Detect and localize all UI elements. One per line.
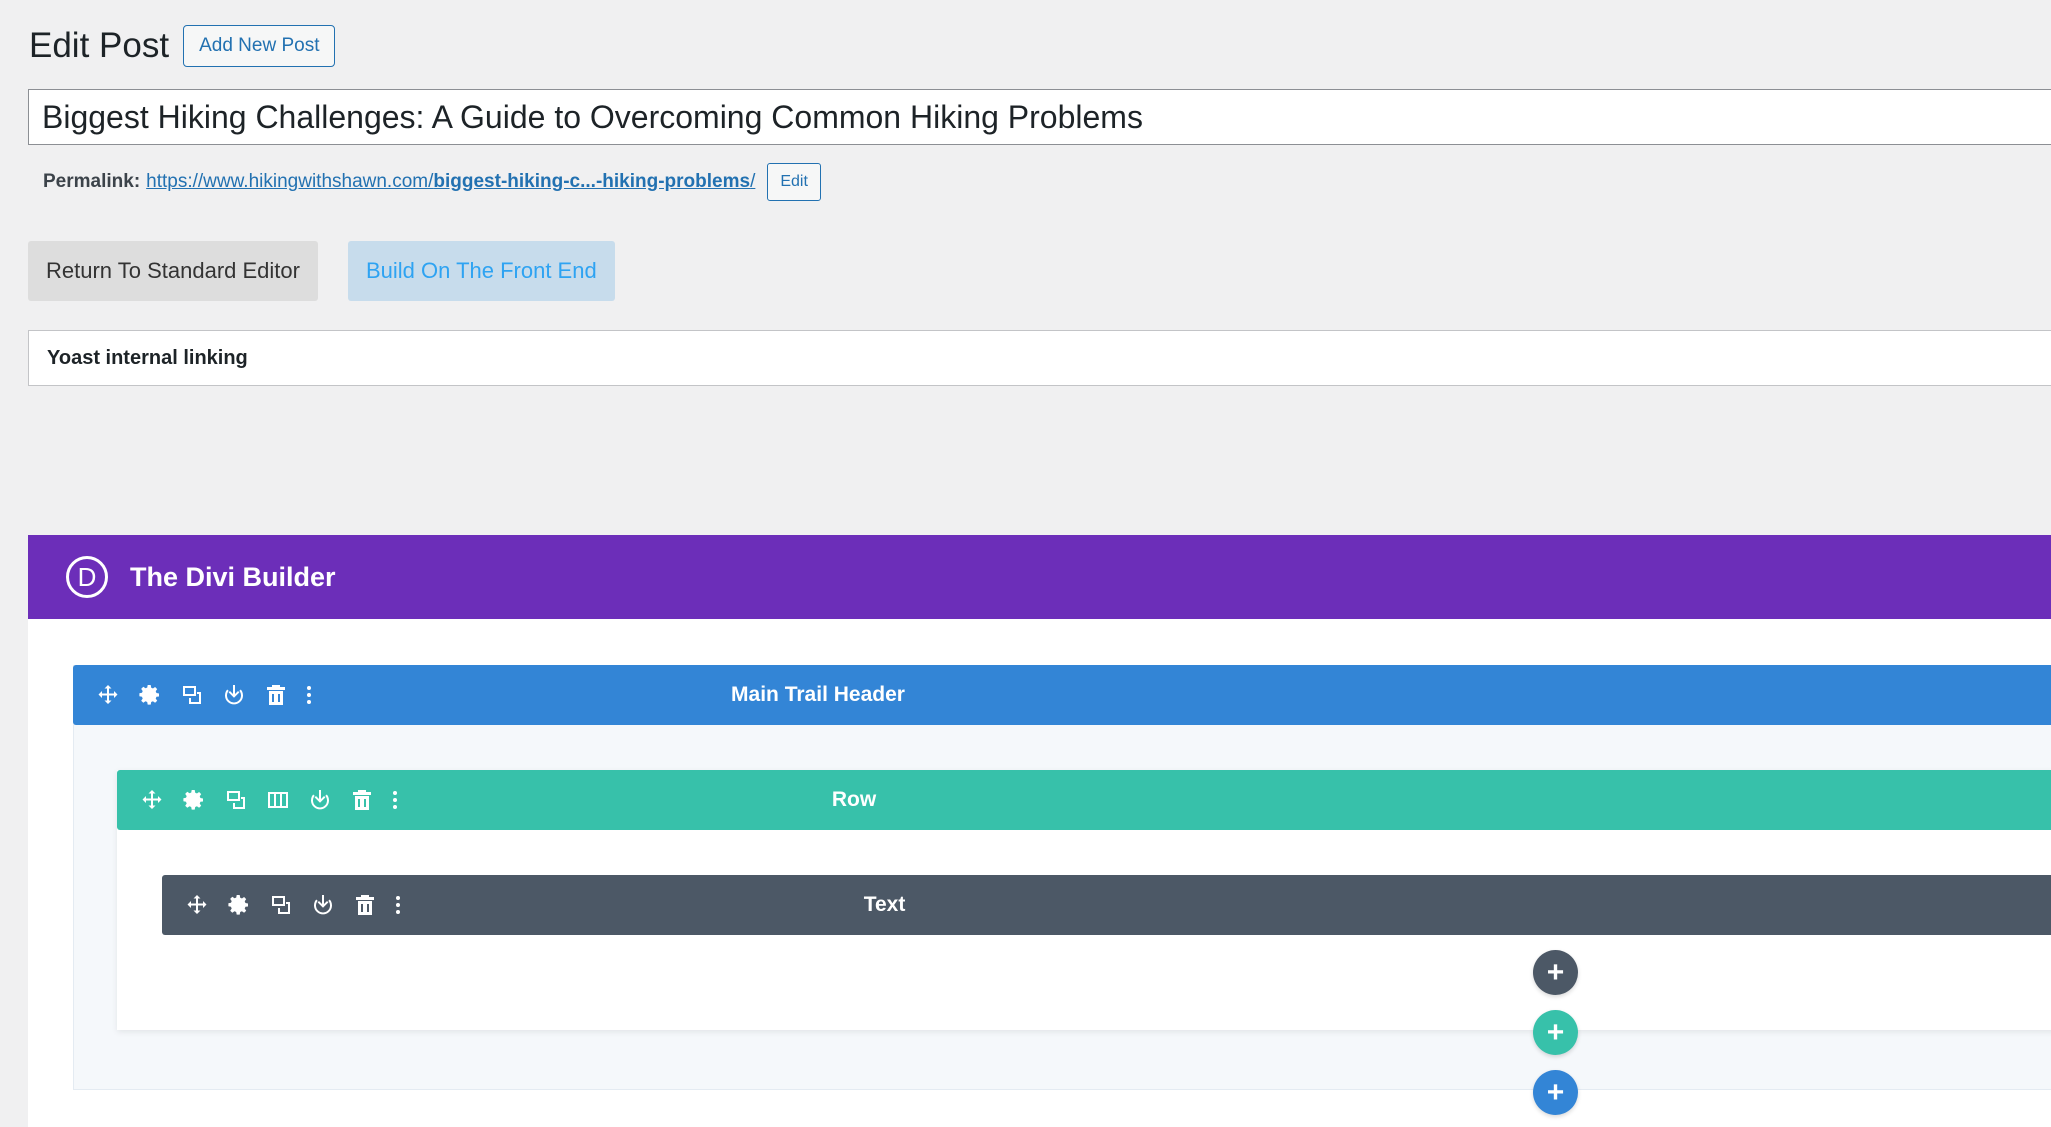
page-title: Edit Post [29,26,170,65]
build-on-front-end-button[interactable]: Build On The Front End [347,241,615,301]
more-icon[interactable] [297,674,321,716]
more-icon[interactable] [383,779,407,821]
trash-icon[interactable] [341,779,383,821]
row-toolbar [117,779,407,821]
duplicate-icon[interactable] [260,884,302,926]
move-icon[interactable] [176,884,218,926]
gear-icon[interactable] [218,884,260,926]
permalink-trailing: / [750,171,756,192]
trash-icon[interactable] [255,674,297,716]
divi-builder-header: D The Divi Builder [28,535,2051,619]
post-title-input[interactable] [28,89,2051,145]
permalink-base: https://www.hikingwithshawn.com/ [146,171,434,192]
move-icon[interactable] [87,674,129,716]
permalink-row: Permalink: https://www.hikingwithshawn.c… [43,163,821,201]
module-settings-bar: Text [162,875,2051,935]
columns-icon[interactable] [257,779,299,821]
section-toolbar [73,674,321,716]
permalink-label: Permalink: [43,171,141,192]
yoast-box-title: Yoast internal linking [47,347,248,369]
editor-switch-buttons: Return To Standard Editor Build On The F… [28,241,615,301]
trash-icon[interactable] [344,884,386,926]
gear-icon[interactable] [173,779,215,821]
permalink-link[interactable]: https://www.hikingwithshawn.com/biggest-… [146,171,755,193]
save-icon[interactable] [213,674,255,716]
add-section-button[interactable]: + [1533,1070,1578,1115]
gear-icon[interactable] [129,674,171,716]
module-toolbar [162,884,410,926]
divi-logo-icon: D [66,556,108,598]
save-icon[interactable] [302,884,344,926]
divi-builder-title: The Divi Builder [130,561,336,592]
add-new-post-button[interactable]: Add New Post [183,25,336,67]
yoast-internal-linking-box[interactable]: Yoast internal linking [28,330,2051,386]
duplicate-icon[interactable] [215,779,257,821]
duplicate-icon[interactable] [171,674,213,716]
return-to-standard-editor-button[interactable]: Return To Standard Editor [28,241,318,301]
move-icon[interactable] [131,779,173,821]
section-settings-bar: Main Trail Header [73,665,2051,725]
add-module-button[interactable]: + [1533,950,1578,995]
permalink-slug: biggest-hiking-c...-hiking-problems [433,171,751,192]
row-settings-bar: Row [117,770,2051,830]
add-row-button[interactable]: + [1533,1010,1578,1055]
more-icon[interactable] [386,884,410,926]
permalink-edit-button[interactable]: Edit [767,163,821,201]
save-icon[interactable] [299,779,341,821]
page-header: Edit Post Add New Post [29,25,336,67]
